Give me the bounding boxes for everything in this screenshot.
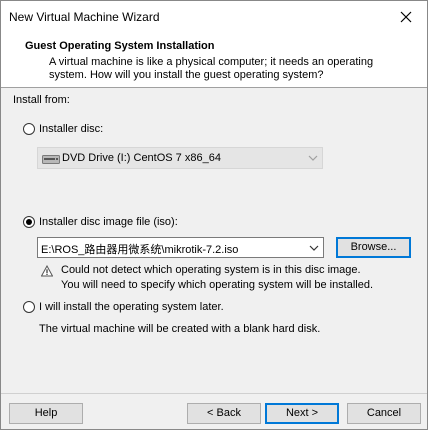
installer-disc-radio[interactable]	[23, 123, 35, 135]
warning-icon	[41, 265, 53, 277]
dvd-drive-icon	[42, 155, 60, 164]
disc-drive-select[interactable]: DVD Drive (I:) CentOS 7 x86_64	[37, 147, 323, 169]
install-from-label: Install from:	[13, 94, 70, 106]
browse-button[interactable]: Browse...	[336, 237, 411, 258]
footer-divider	[1, 393, 427, 394]
back-button[interactable]: < Back	[187, 403, 261, 424]
next-button[interactable]: Next >	[265, 403, 339, 424]
iso-path-input[interactable]: E:\ROS_路由器用微系统\mikrotik-7.2.iso	[37, 237, 324, 258]
page-description-line-1: A virtual machine is like a physical com…	[49, 56, 374, 68]
install-later-radio[interactable]	[23, 301, 35, 313]
wizard-header: Guest Operating System Installation A vi…	[1, 32, 427, 88]
chevron-down-icon[interactable]	[309, 244, 319, 252]
disc-drive-value: DVD Drive (I:) CentOS 7 x86_64	[62, 152, 221, 164]
iso-warning-message: Could not detect which operating system …	[61, 263, 373, 293]
help-button[interactable]: Help	[9, 403, 83, 424]
page-description-line-2: system. How will you install the guest o…	[49, 69, 324, 81]
install-later-note: The virtual machine will be created with…	[39, 323, 321, 335]
cancel-button[interactable]: Cancel	[347, 403, 421, 424]
page-description: A virtual machine is like a physical com…	[49, 56, 389, 82]
window-title: New Virtual Machine Wizard	[9, 10, 160, 24]
wizard-window: New Virtual Machine Wizard Guest Operati…	[0, 0, 428, 430]
page-heading: Guest Operating System Installation	[25, 40, 215, 52]
installer-disc-label[interactable]: Installer disc:	[39, 123, 103, 135]
iso-path-value: E:\ROS_路由器用微系统\mikrotik-7.2.iso	[41, 244, 239, 256]
iso-warning-line-1: Could not detect which operating system …	[61, 264, 361, 276]
install-later-label[interactable]: I will install the operating system late…	[39, 301, 224, 313]
iso-image-label[interactable]: Installer disc image file (iso):	[39, 216, 178, 228]
chevron-down-icon	[308, 155, 318, 161]
close-icon	[400, 11, 412, 22]
iso-warning-line-2: You will need to specify which operating…	[61, 279, 374, 291]
close-button[interactable]	[385, 1, 427, 32]
title-bar: New Virtual Machine Wizard	[1, 1, 427, 32]
iso-image-radio[interactable]	[23, 216, 35, 228]
